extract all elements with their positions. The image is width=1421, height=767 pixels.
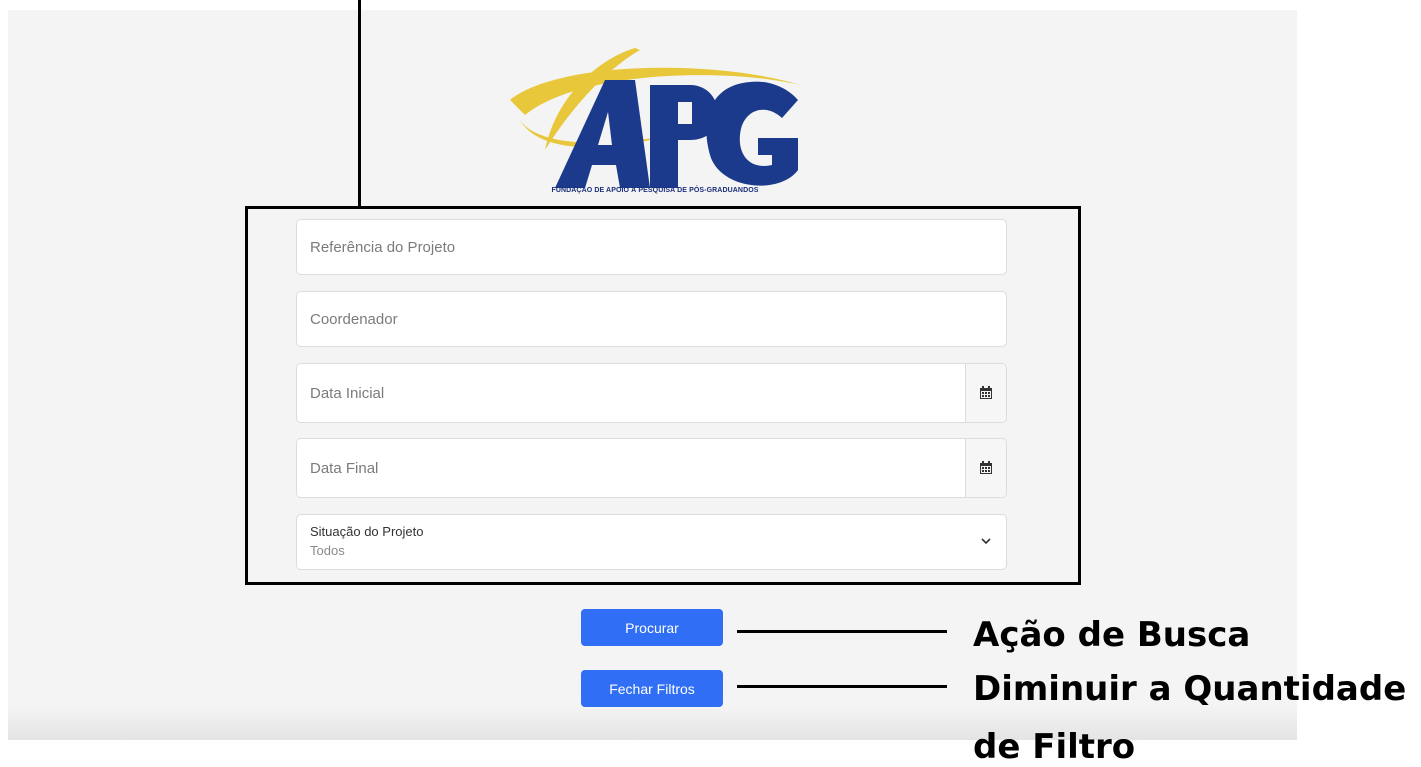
coordinator-input[interactable]: Coordenador xyxy=(296,291,1007,347)
project-status-select[interactable]: Situação do Projeto Todos xyxy=(296,514,1007,570)
search-action-annotation: Ação de Busca xyxy=(973,615,1251,655)
coordinator-placeholder: Coordenador xyxy=(310,311,398,328)
project-status-value: Todos xyxy=(310,543,345,558)
reference-placeholder: Referência do Projeto xyxy=(310,239,456,256)
start-date-placeholder: Data Inicial xyxy=(310,385,385,402)
close-filters-button[interactable]: Fechar Filtros xyxy=(581,670,723,707)
search-button[interactable]: Procurar xyxy=(581,609,723,646)
start-date-calendar-button[interactable] xyxy=(965,364,1006,422)
search-callout-line xyxy=(737,630,947,633)
end-date-placeholder: Data Final xyxy=(310,460,379,477)
reduce-filters-annotation-line2: de Filtro xyxy=(973,727,1136,767)
reference-input[interactable]: Referência do Projeto xyxy=(296,219,1007,275)
callout-line-top xyxy=(358,0,361,207)
project-status-label: Situação do Projeto xyxy=(310,524,424,539)
reduce-filters-annotation-line1: Diminuir a Quantidade xyxy=(973,669,1407,709)
close-filters-callout-line xyxy=(737,685,947,688)
calendar-icon xyxy=(980,386,992,399)
calendar-icon xyxy=(980,461,992,474)
logo-caption: FUNDAÇÃO DE APOIO À PESQUISA DE PÓS-GRAD… xyxy=(551,187,759,194)
end-date-calendar-button[interactable] xyxy=(965,439,1006,497)
start-date-input[interactable]: Data Inicial xyxy=(296,363,1007,423)
apg-logo-graphic xyxy=(510,48,800,188)
apg-logo: FUNDAÇÃO DE APOIO À PESQUISA DE PÓS-GRAD… xyxy=(500,40,810,205)
chevron-down-icon xyxy=(981,538,991,545)
end-date-input[interactable]: Data Final xyxy=(296,438,1007,498)
